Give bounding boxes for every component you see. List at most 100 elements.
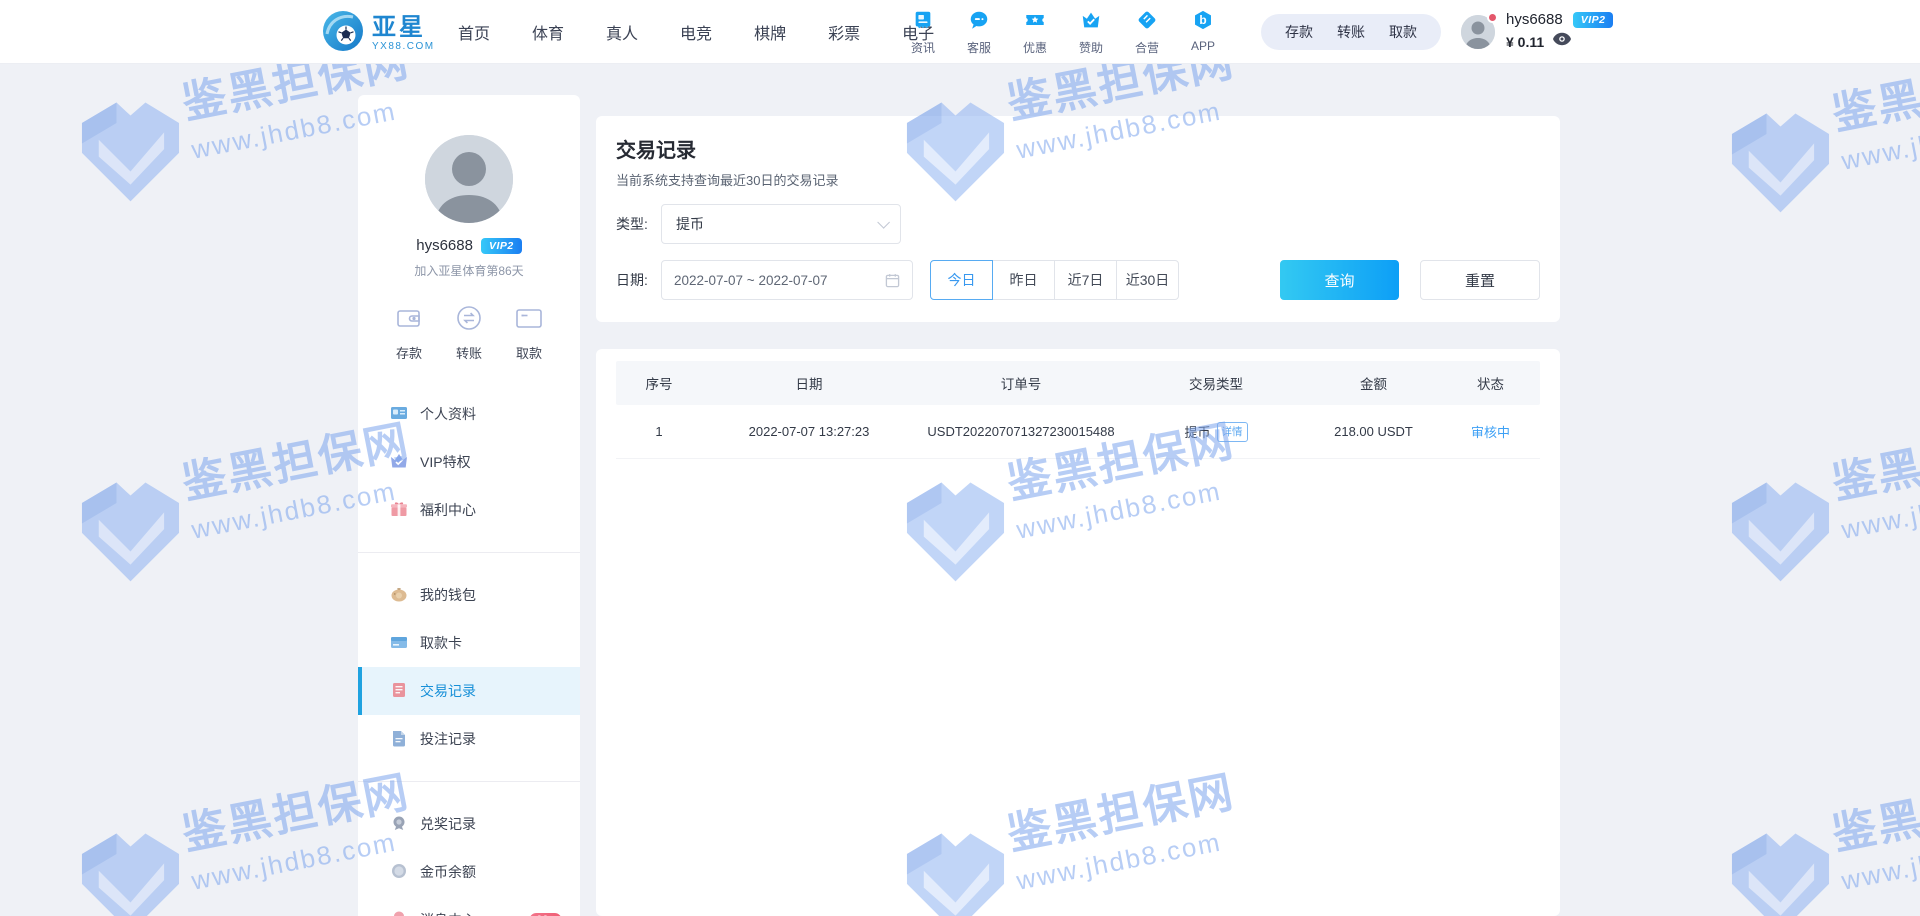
medal-icon [390, 814, 408, 835]
bank-card-icon [390, 633, 408, 654]
bell-icon [390, 910, 408, 916]
cell-amount: 218.00 USDT [1306, 405, 1441, 458]
wallet-action-pill: 存款 转账 取款 [1261, 14, 1441, 50]
id-card-icon [390, 404, 408, 425]
nav-live-casino[interactable]: 真人 [600, 20, 644, 44]
sidebar-item-wallet[interactable]: 我的钱包 [358, 571, 580, 619]
transfer-action[interactable]: 转账 [454, 303, 484, 362]
search-button[interactable]: 查询 [1280, 260, 1399, 300]
cell-no: 1 [616, 405, 702, 458]
gift-icon [390, 500, 408, 521]
watermark: 鉴黑担保网www.jhdb8.com [1723, 447, 1920, 587]
news-link[interactable]: 资讯 [905, 9, 941, 56]
transfer-button[interactable]: 转账 [1337, 22, 1365, 42]
crown-icon [1080, 9, 1102, 36]
ticket-icon [1024, 9, 1046, 36]
sidebar-quick-actions: 存款 转账 取款 [358, 303, 580, 362]
page-subtitle: 当前系统支持查询最近30日的交易记录 [616, 170, 838, 189]
brand-domain: YX88.COM [372, 42, 435, 52]
sidebar-item-prize-records[interactable]: 兑奖记录 [358, 800, 580, 848]
sponsor-link[interactable]: 赞助 [1073, 9, 1109, 56]
chevron-down-icon [877, 216, 890, 229]
date-range-buttons: 今日 昨日 近7日 近30日 [930, 260, 1179, 300]
range-yesterday-button[interactable]: 昨日 [992, 260, 1055, 300]
sidebar-item-bet-records[interactable]: 投注记录 [358, 715, 580, 763]
reset-button[interactable]: 重置 [1420, 260, 1540, 300]
col-status: 状态 [1441, 361, 1540, 405]
vip-badge: VIP2 [481, 238, 522, 254]
avatar[interactable] [425, 135, 513, 223]
main-nav: 首页 体育 真人 电竞 棋牌 彩票 电子 [452, 0, 940, 64]
nav-sports[interactable]: 体育 [526, 20, 570, 44]
records-table-card: 序号 日期 订单号 交易类型 金额 状态 1 2022-07-07 13:27:… [596, 349, 1560, 916]
type-label: 类型: [616, 204, 648, 244]
col-no: 序号 [616, 361, 702, 405]
promotions-link[interactable]: 优惠 [1017, 9, 1053, 56]
range-30days-button[interactable]: 近30日 [1116, 260, 1179, 300]
brand-name: 亚星 [372, 16, 435, 40]
vip-badge: VIP2 [1573, 12, 1614, 28]
sidebar-item-vip[interactable]: VIP特权 [358, 438, 580, 486]
type-select[interactable]: 提币 [661, 204, 901, 244]
crown-icon [390, 452, 408, 473]
document-icon [390, 729, 408, 750]
cell-type: 提币 详情 [1126, 405, 1306, 458]
chat-bubble-icon [968, 9, 990, 36]
sidebar-item-withdraw-card[interactable]: 取款卡 [358, 619, 580, 667]
sidebar-item-coin-balance[interactable]: 金币余额 [358, 848, 580, 896]
nav-esports[interactable]: 电竞 [674, 20, 718, 44]
top-header: 亚星 YX88.COM 首页 体育 真人 电竞 棋牌 彩票 电子 资讯 客服 [0, 0, 1920, 64]
sidebar-menu: 个人资料 VIP特权 福利中心 我的钱包 取款卡 交易记录 投注记录 [358, 390, 580, 916]
sidebar-item-messages[interactable]: 消息中心 99+ [358, 896, 580, 916]
date-label: 日期: [616, 260, 648, 300]
sidebar-item-profile[interactable]: 个人资料 [358, 390, 580, 438]
sidebar-item-transactions[interactable]: 交易记录 [358, 667, 580, 715]
watermark: 鉴黑担保网www.jhdb8.com [1723, 798, 1920, 916]
transfer-circle-icon [454, 303, 484, 338]
wallet-icon [394, 303, 424, 338]
handshake-diamond-icon [1136, 9, 1158, 36]
col-date: 日期 [702, 361, 916, 405]
sidebar-username: hys6688 [416, 237, 473, 254]
nav-lottery[interactable]: 彩票 [822, 20, 866, 44]
brand-logo[interactable]: 亚星 YX88.COM [322, 10, 435, 57]
range-today-button[interactable]: 今日 [930, 260, 993, 300]
filter-card: 交易记录 当前系统支持查询最近30日的交易记录 类型: 提币 日期: 2022-… [596, 116, 1560, 322]
watermark: 鉴黑担保网www.jhdb8.com [1723, 78, 1920, 218]
divider [358, 552, 580, 553]
deposit-action[interactable]: 存款 [394, 303, 424, 362]
app-download-link[interactable]: b APP [1185, 9, 1221, 56]
header-quick-links: 资讯 客服 优惠 赞助 合营 b [905, 9, 1221, 56]
cell-order: USDT202207071327230015488 [916, 405, 1126, 458]
range-7days-button[interactable]: 近7日 [1054, 260, 1117, 300]
svg-text:b: b [1199, 13, 1206, 27]
date-range-input[interactable]: 2022-07-07 ~ 2022-07-07 [661, 260, 913, 300]
eye-icon[interactable] [1552, 32, 1572, 51]
nav-home[interactable]: 首页 [452, 20, 496, 44]
news-icon [912, 9, 934, 36]
joined-days-text: 加入亚星体育第86天 [358, 262, 580, 279]
page-title: 交易记录 [616, 134, 696, 163]
withdraw-button[interactable]: 取款 [1389, 22, 1417, 42]
coin-icon [390, 862, 408, 883]
message-count-badge: 99+ [529, 913, 562, 916]
sidebar-item-welfare[interactable]: 福利中心 [358, 486, 580, 534]
col-type: 交易类型 [1126, 361, 1306, 405]
nav-chess[interactable]: 棋牌 [748, 20, 792, 44]
customer-service-link[interactable]: 客服 [961, 9, 997, 56]
header-username[interactable]: hys6688 [1506, 11, 1563, 28]
partner-link[interactable]: 合营 [1129, 9, 1165, 56]
app-b-icon: b [1192, 9, 1214, 36]
divider [358, 781, 580, 782]
col-amount: 金额 [1306, 361, 1441, 405]
football-logo-icon [322, 10, 364, 57]
notification-dot [1487, 12, 1498, 23]
withdraw-action[interactable]: 取款 [514, 303, 544, 362]
col-order: 订单号 [916, 361, 1126, 405]
deposit-button[interactable]: 存款 [1285, 22, 1313, 42]
table-header: 序号 日期 订单号 交易类型 金额 状态 [616, 361, 1540, 405]
piggy-bank-icon [390, 585, 408, 606]
cell-status[interactable]: 审核中 [1441, 405, 1540, 458]
cell-date: 2022-07-07 13:27:23 [702, 405, 916, 458]
details-badge[interactable]: 详情 [1217, 422, 1248, 442]
